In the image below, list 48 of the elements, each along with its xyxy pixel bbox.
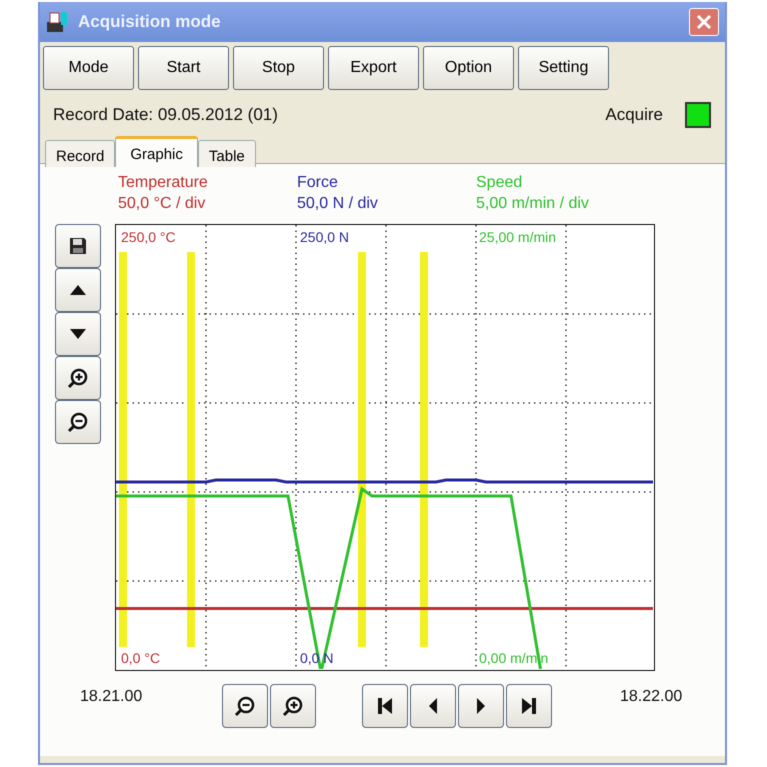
close-button[interactable] [689, 8, 719, 36]
acquire-label: Acquire [605, 105, 663, 125]
previous-icon [427, 697, 439, 715]
zoom-out-button[interactable] [55, 400, 101, 444]
last-button[interactable] [506, 684, 552, 728]
record-date: Record Date: 09.05.2012 (01) [53, 105, 279, 125]
end-time: 18.22.00 [620, 687, 682, 706]
window-title: Acquisition mode [78, 12, 222, 32]
up-button[interactable] [55, 268, 101, 312]
axis-max-label: 250,0 N [300, 229, 350, 245]
toolbar-button[interactable]: Option [423, 46, 514, 90]
channel-name: Temperature [118, 173, 209, 193]
zoom-out-icon [67, 411, 89, 433]
zoom-in-button[interactable] [270, 684, 316, 728]
zoom-out-button[interactable] [222, 684, 268, 728]
zoom-in-button[interactable] [55, 356, 101, 400]
zoom-in-icon [67, 367, 89, 389]
zoom-out-icon [234, 695, 256, 717]
channel-scale: 50,0 °C / div [118, 194, 206, 214]
axis-max-label: 25,00 m/min [479, 229, 556, 245]
channel-name: Force [297, 173, 339, 193]
down-button[interactable] [55, 312, 101, 356]
toolbar-button[interactable]: Setting [518, 46, 609, 90]
next-icon [475, 697, 487, 715]
skip-last-icon [520, 696, 538, 716]
previous-button[interactable] [410, 684, 456, 728]
skip-first-icon [376, 696, 394, 716]
up-arrow-icon [69, 284, 87, 296]
zoom-in-icon [282, 695, 304, 717]
channel-scale: 50,0 N / div [297, 194, 379, 214]
save-button[interactable] [55, 224, 101, 268]
toolbar-button[interactable]: Export [328, 46, 419, 90]
save-icon [68, 236, 88, 256]
first-button[interactable] [362, 684, 408, 728]
axis-min-label: 0,0 °C [121, 650, 160, 666]
next-button[interactable] [458, 684, 504, 728]
axis-max-label: 250,0 °C [121, 229, 176, 245]
toolbar-button[interactable]: Start [138, 46, 229, 90]
tab[interactable]: Graphic [115, 136, 198, 167]
close-icon [696, 14, 712, 30]
channel-scale: 5,00 m/min / div [476, 194, 590, 214]
tab[interactable]: Table [198, 140, 256, 167]
toolbar-button[interactable]: Stop [233, 46, 324, 90]
start-time: 18.21.00 [80, 687, 144, 706]
channel-name: Speed [476, 173, 524, 193]
down-arrow-icon [69, 328, 87, 340]
tab[interactable]: Record [45, 140, 116, 167]
toolbar-button[interactable]: Mode [43, 46, 134, 90]
